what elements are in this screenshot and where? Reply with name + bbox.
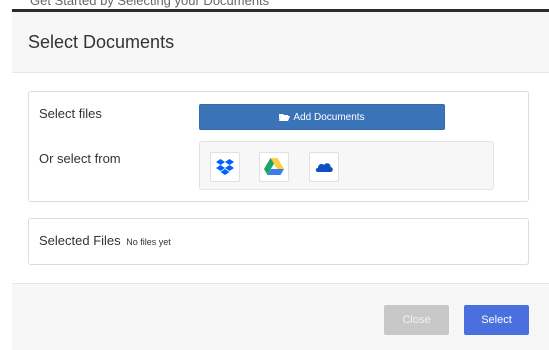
select-button[interactable]: Select — [464, 305, 529, 335]
or-select-from-label: Or select from — [39, 151, 121, 166]
onedrive-button[interactable] — [309, 152, 339, 182]
select-files-label: Select files — [39, 106, 102, 121]
background-page-text: Get Started by Selecting your Documents — [30, 0, 270, 8]
folder-open-icon — [279, 114, 291, 121]
dropbox-button[interactable] — [210, 152, 240, 182]
google-drive-icon — [264, 158, 284, 175]
dropbox-icon — [216, 159, 234, 175]
onedrive-icon — [315, 163, 333, 172]
selected-files-heading: Selected Files No files yet — [39, 233, 171, 248]
select-files-panel: Select files Add Documents Or select fro… — [28, 91, 529, 202]
cloud-source-picker — [199, 141, 494, 190]
selected-files-panel: Selected Files No files yet — [28, 218, 529, 265]
close-button[interactable]: Close — [384, 305, 449, 335]
background-page-strip: Get Started by Selecting your Documents — [0, 0, 549, 12]
add-documents-button[interactable]: Add Documents — [199, 104, 445, 130]
no-files-text: No files yet — [126, 237, 171, 247]
selected-files-label: Selected Files — [39, 233, 121, 248]
modal-header: Select Documents — [12, 12, 549, 73]
add-documents-label: Add Documents — [293, 111, 365, 123]
select-documents-modal: Select Documents Select files Add Docume… — [12, 12, 549, 350]
modal-title: Select Documents — [28, 32, 175, 52]
google-drive-button[interactable] — [259, 152, 289, 182]
modal-footer: Close Select — [12, 283, 549, 350]
